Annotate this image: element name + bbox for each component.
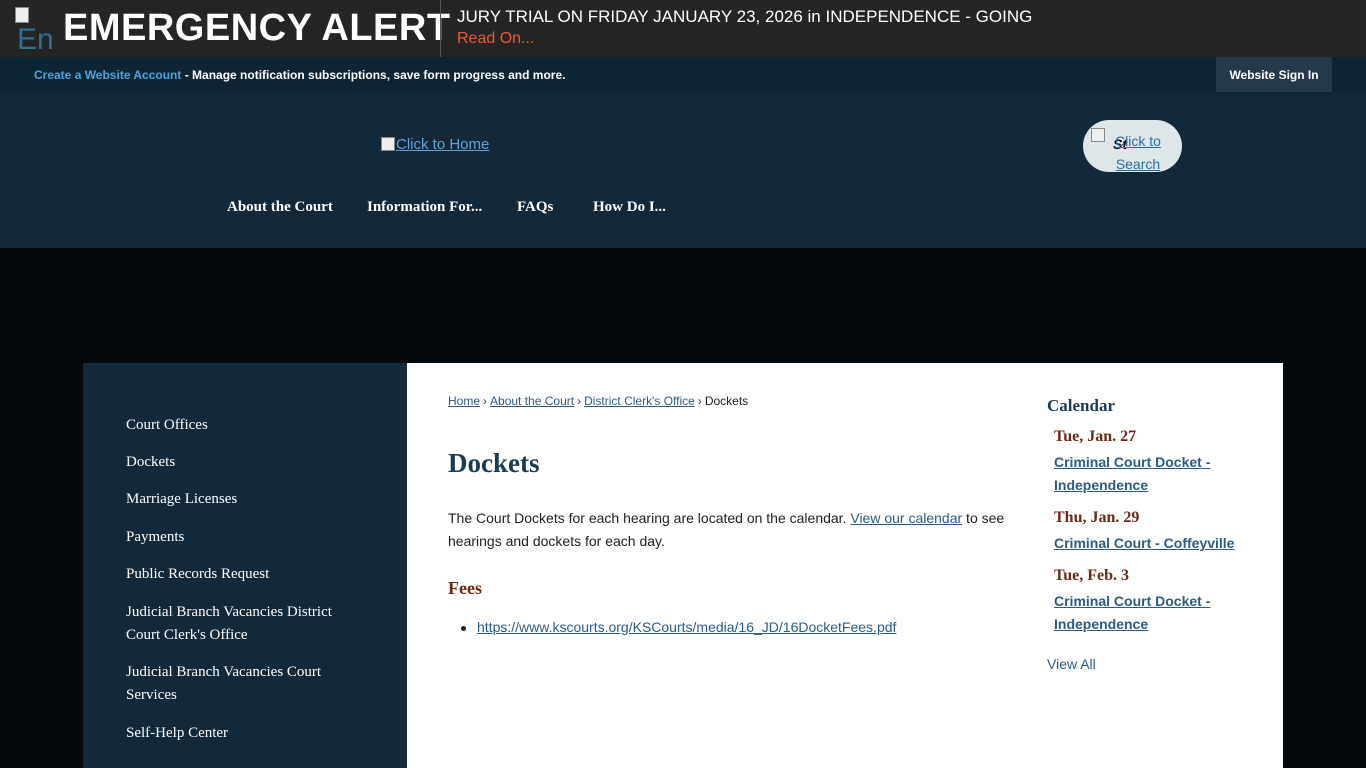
home-logo-link[interactable]: Click to Home: [381, 136, 489, 153]
sign-in-button[interactable]: Website Sign In: [1216, 57, 1332, 92]
sidebar-item-marriage-licenses[interactable]: Marriage Licenses: [126, 488, 366, 511]
site-header: Click to Home St Click to Search About t…: [0, 93, 1366, 248]
search-button[interactable]: St Click to Search: [1083, 120, 1182, 172]
sidebar-item-dockets[interactable]: Dockets: [126, 451, 366, 474]
breadcrumb-current: Dockets: [704, 394, 749, 408]
calendar-view-all-link[interactable]: View All: [1047, 656, 1096, 672]
search-button-label: Click to Search: [1115, 133, 1161, 172]
nav-about-the-court[interactable]: About the Court: [227, 199, 333, 216]
main-content: Home › About the Court › District Clerk's Of…: [407, 363, 1283, 768]
broken-image-icon: [15, 7, 29, 23]
broken-image-icon: [381, 137, 395, 151]
sidebar-nav: Court Offices Dockets Marriage Licenses …: [83, 363, 407, 768]
sidebar-item-court-offices[interactable]: Court Offices: [126, 414, 366, 437]
breadcrumb-separator: ›: [483, 394, 488, 408]
breadcrumb-about-the-court[interactable]: About the Court: [490, 394, 574, 408]
calendar-event-date: Tue, Jan. 27: [1054, 428, 1137, 445]
create-account-link[interactable]: Create a Website Account: [34, 68, 181, 82]
nav-information-for[interactable]: Information For...: [367, 199, 482, 216]
calendar-event-date: Thu, Jan. 29: [1054, 509, 1140, 526]
alert-title: EMERGENCY ALERT: [63, 7, 451, 49]
breadcrumb: Home › About the Court › District Clerk's Of…: [448, 394, 748, 408]
alert-icon: En: [15, 7, 57, 49]
calendar-event-link[interactable]: Criminal Court Docket - Independence: [1054, 590, 1254, 636]
breadcrumb-district-clerks-office[interactable]: District Clerk's Office: [584, 394, 695, 408]
calendar-event-link[interactable]: Criminal Court Docket - Independence: [1054, 451, 1254, 497]
logo-alt-text: Click to Home: [396, 136, 490, 153]
account-bar: Create a Website Account - Manage notifi…: [0, 57, 1366, 93]
intro-text: The Court Dockets for each hearing are l…: [448, 510, 851, 526]
breadcrumb-home[interactable]: Home: [448, 394, 480, 408]
fees-heading: Fees: [448, 578, 482, 598]
sidebar-item-self-help-center[interactable]: Self-Help Center: [126, 722, 366, 745]
sidebar-item-vacancies-court-services[interactable]: Judicial Branch Vacancies Court Services: [126, 661, 366, 707]
docket-fees-link[interactable]: https://www.kscourts.org/KSCourts/media/…: [477, 619, 896, 635]
alert-read-on-link[interactable]: Read On...: [457, 29, 534, 49]
breadcrumb-separator: ›: [697, 394, 702, 408]
nav-faqs[interactable]: FAQs: [517, 199, 553, 216]
alert-divider: [440, 0, 441, 57]
account-message: Create a Website Account - Manage notifi…: [34, 68, 565, 82]
emergency-alert-bar: En EMERGENCY ALERT JURY TRIAL ON FRIDAY …: [0, 0, 1366, 57]
calendar-event-date: Tue, Feb. 3: [1054, 567, 1129, 584]
page-title: Dockets: [448, 448, 540, 478]
calendar-event-link[interactable]: Criminal Court - Coffeyville: [1054, 532, 1254, 555]
nav-how-do-i[interactable]: How Do I...: [593, 199, 666, 216]
list-bullet: [461, 626, 466, 631]
broken-image-icon: [1091, 128, 1105, 142]
sidebar-item-vacancies-clerk[interactable]: Judicial Branch Vacancies District Court…: [126, 601, 366, 647]
sidebar-item-public-records-request[interactable]: Public Records Request: [126, 563, 366, 586]
alert-icon-alt-text: En: [17, 23, 54, 50]
sidebar-item-payments[interactable]: Payments: [126, 526, 366, 549]
alert-message: JURY TRIAL ON FRIDAY JANUARY 23, 2026 in…: [457, 7, 1033, 26]
breadcrumb-separator: ›: [577, 394, 582, 408]
account-description: - Manage notification subscriptions, sav…: [181, 68, 566, 82]
calendar-title: Calendar: [1047, 396, 1115, 415]
intro-paragraph: The Court Dockets for each hearing are l…: [448, 507, 1008, 553]
view-calendar-link[interactable]: View our calendar: [850, 510, 962, 526]
